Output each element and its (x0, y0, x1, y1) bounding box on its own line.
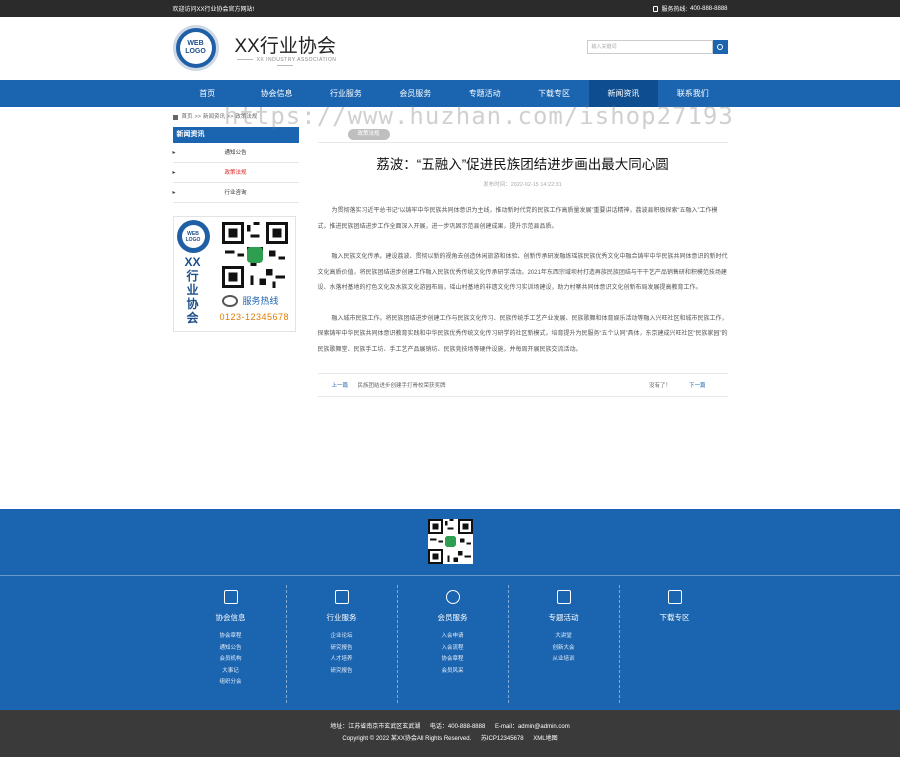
search-button[interactable] (712, 40, 728, 54)
footer-link[interactable]: 会员风采 (397, 666, 508, 678)
footer-heading[interactable]: 下载专区 (619, 612, 730, 623)
footer-link[interactable]: 协会章程 (397, 654, 508, 666)
article-body: 为贯彻落实习近平总书记“以铸牢中华民族共同体意识为主线，推动新时代党的民族工作高… (318, 204, 728, 358)
footer-col-industry: 行业服务 企业论坛 研究报告 人才培养 研究报告 (286, 585, 397, 703)
footer-address: 地址：江苏省南京市玄武区玄武湖 (330, 724, 421, 730)
article-meta: 发布时间：2022-02-15 14:22:31 (483, 182, 562, 188)
footer-heading[interactable]: 协会信息 (175, 612, 286, 623)
footer-copyright: Copyright © 2022 某XX协会All Rights Reserve… (342, 736, 472, 742)
nav-contact[interactable]: 联系我们 (658, 80, 727, 107)
category-tag[interactable]: 政策法规 (347, 129, 390, 140)
sidebar-item-policy[interactable]: 政策法规 (172, 163, 299, 183)
home-icon (172, 114, 178, 120)
next-label[interactable]: 下一篇 (689, 381, 706, 389)
footer-link[interactable]: 研究报告 (286, 643, 397, 655)
search-input[interactable]: 输入关键词 (586, 40, 713, 54)
sidebar: 新闻资讯 通知公告 政策法规 行业咨询 WEBLOGO XX行业协会 (172, 127, 299, 494)
nav-association-info[interactable]: 协会信息 (242, 80, 311, 107)
footer-heading[interactable]: 会员服务 (397, 612, 508, 623)
footer-link[interactable]: 会员机构 (175, 654, 286, 666)
site-title: XX行业协会 (234, 36, 336, 57)
footer-link[interactable]: 入会流程 (397, 643, 508, 655)
copyright-bar: 地址：江苏省南京市玄武区玄武湖 电话：400-888-8888 E-mail：a… (0, 710, 900, 757)
paragraph: 为贯彻落实习近平总书记“以铸牢中华民族共同体意识为主线，推动新时代党的民族工作高… (317, 208, 718, 230)
hotline-number: 400-888-8888 (690, 5, 728, 12)
contact-card: WEB LOGO XX行业协会 服务热线 0123-12345678 (172, 216, 296, 332)
footer-heading[interactable]: 行业服务 (286, 612, 397, 623)
nav-home[interactable]: 首页 (173, 80, 242, 107)
breadcrumb-home[interactable]: 首页 (182, 107, 193, 127)
sidebar-item-industry[interactable]: 行业咨询 (172, 183, 299, 203)
site-logo[interactable]: WEB LOGO (172, 25, 219, 71)
card-logo: WEB LOGO (176, 220, 210, 253)
article-pagination: 上一篇 民族团结进步创建手打骨校荣获奖牌 没有了！ 下一篇 (317, 373, 728, 397)
site-subtitle: XX INDUSTRY ASSOCIATION (225, 57, 345, 69)
footer-link[interactable]: 组织分会 (175, 677, 286, 689)
paragraph: 融入城市民族工作。将民族团结进步创建工作与民族文化传习、民族传统手工艺产业发展、… (317, 315, 728, 353)
printer-icon (556, 590, 571, 604)
breadcrumb-policy[interactable]: 政策法规 (235, 107, 257, 127)
footer-divider (0, 575, 900, 576)
hotline-label: 服务热线: (661, 7, 688, 13)
nav-news[interactable]: 新闻资讯 (588, 80, 659, 107)
main-content: 新闻资讯 通知公告 政策法规 行业咨询 WEBLOGO XX行业协会 (172, 127, 728, 494)
footer-col-association: 协会信息 协会章程 通知公告 会员机构 大事记 组织分会 (175, 585, 286, 689)
site-header: WEB LOGO XX行业协会 XX INDUSTRY ASSOCIATION 输… (0, 17, 900, 80)
breadcrumb: 首页 >> 新闻资讯 >> 政策法规 (172, 107, 728, 127)
footer-icp[interactable]: 苏ICP12345678 (481, 736, 524, 742)
main-nav: 首页 协会信息 行业服务 会员服务 专题活动 下载专区 新闻资讯 联系我们 (0, 80, 900, 107)
footer-col-events: 专题活动 大讲堂 创新大会 从业培训 (508, 585, 619, 703)
footer-sitemap[interactable]: XML地图 (533, 736, 557, 742)
site-footer: 协会信息 协会章程 通知公告 会员机构 大事记 组织分会 行业服务 企业论坛 研… (0, 509, 900, 710)
footer-link[interactable]: 协会章程 (175, 631, 286, 643)
top-hotline: 服务热线: 400-888-8888 (653, 4, 728, 13)
nav-downloads[interactable]: 下载专区 (519, 80, 588, 107)
sidebar-heading: 新闻资讯 (172, 127, 299, 143)
prev-label: 上一篇 (331, 383, 349, 389)
qr-code-icon (219, 222, 290, 288)
calendar-icon (223, 590, 238, 604)
footer-col-downloads: 下载专区 (619, 585, 730, 703)
footer-col-member: 会员服务 入会申请 入会流程 协会章程 会员风采 (397, 585, 508, 703)
footer-heading[interactable]: 专题活动 (508, 612, 619, 623)
card-hotline: 服务热线 (221, 294, 279, 307)
footer-link[interactable]: 人才培养 (286, 654, 397, 666)
search-icon (717, 44, 723, 50)
users-icon (445, 590, 460, 604)
phone-icon (653, 5, 659, 12)
footer-link[interactable]: 从业培训 (508, 654, 619, 666)
article: 政策法规 荔波：“五融入”促进民族团结进步画出最大同心圆 发布时间：2022-0… (317, 127, 728, 494)
article-title: 荔波：“五融入”促进民族团结进步画出最大同心圆 (376, 157, 669, 172)
card-hotline-number: 0123-12345678 (219, 312, 290, 322)
footer-qr-code-icon (428, 519, 473, 564)
footer-link[interactable]: 入会申请 (397, 631, 508, 643)
paragraph: 融入民族文化传承。建设荔波、贯彻以新的视角去创造休闲旅游和体验、创新传承研发融练… (317, 254, 728, 291)
footer-link[interactable]: 企业论坛 (286, 631, 397, 643)
footer-link[interactable]: 通知公告 (175, 643, 286, 655)
footer-link[interactable]: 创新大会 (508, 643, 619, 655)
headset-icon (221, 294, 238, 307)
welcome-text: 欢迎访问XX行业协会官方网站! (172, 7, 255, 13)
sidebar-item-notices[interactable]: 通知公告 (172, 143, 299, 163)
download-icon (667, 590, 682, 604)
search-bar: 输入关键词 (586, 40, 728, 54)
top-bar: 欢迎访问XX行业协会官方网站! 服务热线: 400-888-8888 (0, 0, 900, 17)
nav-industry-service[interactable]: 行业服务 (311, 80, 380, 107)
footer-tel: 电话：400-888-8888 (429, 724, 486, 730)
box-icon (334, 590, 349, 604)
article-tag-row: 政策法规 (317, 129, 728, 143)
nav-member-service[interactable]: 会员服务 (381, 80, 450, 107)
prev-article-link[interactable]: 民族团结进步创建手打骨校荣获奖牌 (358, 383, 446, 389)
nav-special-events[interactable]: 专题活动 (450, 80, 519, 107)
breadcrumb-news[interactable]: 新闻资讯 (203, 107, 225, 127)
footer-link[interactable]: 大事记 (175, 666, 286, 678)
footer-link[interactable]: 研究报告 (286, 666, 397, 678)
card-vertical-title: XX行业协会 (184, 255, 201, 325)
footer-link[interactable]: 大讲堂 (508, 631, 619, 643)
footer-columns: 协会信息 协会章程 通知公告 会员机构 大事记 组织分会 行业服务 企业论坛 研… (175, 585, 730, 703)
footer-email[interactable]: E-mail：admin@admin.com (495, 724, 570, 730)
next-none: 没有了！ (648, 383, 671, 389)
